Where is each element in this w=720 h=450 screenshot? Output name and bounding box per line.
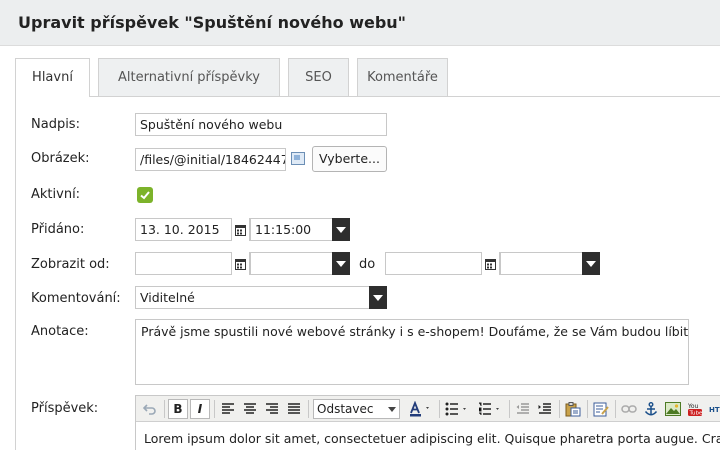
paste-icon[interactable] bbox=[563, 399, 583, 419]
format-select[interactable]: Odstavec bbox=[313, 399, 400, 419]
undo-icon[interactable] bbox=[140, 399, 160, 419]
numbered-list-icon[interactable] bbox=[476, 399, 506, 419]
komentovani-dropdown-button[interactable] bbox=[369, 286, 387, 309]
zobrazit-od-time-input[interactable] bbox=[250, 252, 333, 275]
zobrazit-od-label: Zobrazit od: bbox=[31, 257, 110, 272]
choose-file-button[interactable]: Vyberte... bbox=[312, 146, 387, 172]
svg-text:You: You bbox=[687, 403, 699, 410]
obrazek-label: Obrázek: bbox=[31, 151, 90, 166]
komentovani-label: Komentování: bbox=[31, 291, 121, 306]
nadpis-input[interactable]: Spuštění nového webu bbox=[135, 113, 387, 136]
link-icon[interactable] bbox=[619, 399, 639, 419]
aktivni-label: Aktivní: bbox=[31, 187, 81, 202]
file-browser-icon[interactable] bbox=[291, 152, 305, 165]
time-dropdown-button[interactable] bbox=[332, 218, 350, 241]
tab-komentare[interactable]: Komentáře bbox=[357, 58, 448, 96]
anotace-label: Anotace: bbox=[31, 324, 89, 339]
prispevek-label: Příspěvek: bbox=[31, 401, 99, 416]
svg-text:Tube: Tube bbox=[689, 410, 704, 416]
svg-text:HTML: HTML bbox=[709, 406, 720, 414]
editor-content[interactable]: Lorem ipsum dolor sit amet, consectetuer… bbox=[144, 431, 720, 446]
tab-alternativni-prispevky[interactable]: Alternativní příspěvky bbox=[98, 58, 280, 96]
editor-toolbar: B I Odstavec You Tube HT bbox=[136, 396, 720, 422]
pridano-label: Přidáno: bbox=[31, 222, 85, 237]
italic-button[interactable]: I bbox=[190, 399, 210, 419]
text-color-icon[interactable] bbox=[406, 399, 436, 419]
tab-seo[interactable]: SEO bbox=[288, 58, 349, 96]
tab-hlavni[interactable]: Hlavní bbox=[15, 58, 90, 97]
page-title: Upravit příspěvek "Spuštění nového webu" bbox=[18, 13, 407, 32]
align-center-icon[interactable] bbox=[240, 399, 260, 419]
outdent-icon[interactable] bbox=[513, 399, 533, 419]
pridano-time-input[interactable]: 11:15:00 bbox=[250, 218, 333, 241]
page-header: Upravit příspěvek "Spuštění nového webu" bbox=[0, 0, 720, 46]
anotace-textarea[interactable]: Právě jsme spustili nové webové stránky … bbox=[135, 319, 689, 385]
nadpis-label: Nadpis: bbox=[31, 117, 80, 132]
image-icon[interactable] bbox=[663, 399, 683, 419]
align-justify-icon[interactable] bbox=[284, 399, 304, 419]
do-label: do bbox=[359, 257, 376, 272]
edit-source-icon[interactable] bbox=[591, 399, 611, 419]
calendar-icon[interactable] bbox=[231, 218, 249, 241]
komentovani-select[interactable]: Viditelné bbox=[135, 286, 370, 309]
time-dropdown-button[interactable] bbox=[332, 252, 350, 275]
rich-text-editor: B I Odstavec You Tube HT Lorem ipsum dol… bbox=[135, 395, 720, 450]
aktivni-checkbox[interactable] bbox=[137, 187, 153, 203]
zobrazit-do-time-input[interactable] bbox=[500, 252, 583, 275]
anchor-icon[interactable] bbox=[641, 399, 661, 419]
youtube-icon[interactable]: You Tube bbox=[685, 399, 705, 419]
time-dropdown-button[interactable] bbox=[582, 252, 600, 275]
check-icon bbox=[140, 191, 150, 200]
align-left-icon[interactable] bbox=[218, 399, 238, 419]
indent-icon[interactable] bbox=[535, 399, 555, 419]
bold-button[interactable]: B bbox=[168, 399, 188, 419]
calendar-icon[interactable] bbox=[481, 252, 499, 275]
html-icon[interactable]: HTML bbox=[707, 399, 720, 419]
align-right-icon[interactable] bbox=[262, 399, 282, 419]
calendar-icon[interactable] bbox=[231, 252, 249, 275]
obrazek-input[interactable]: /files/@initial/18462447 bbox=[135, 148, 286, 171]
bullet-list-icon[interactable] bbox=[443, 399, 473, 419]
